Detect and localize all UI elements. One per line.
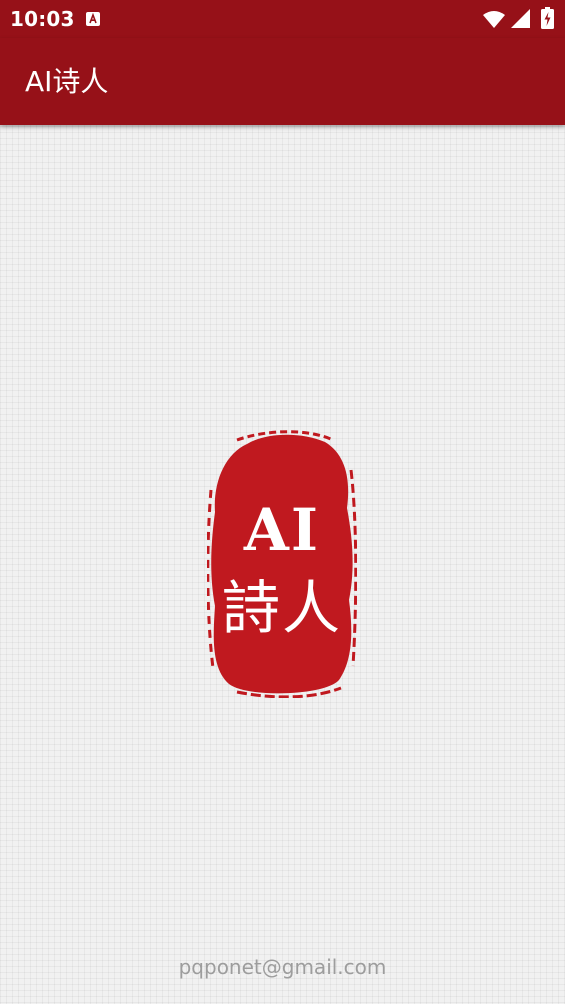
app-notification-icon <box>86 11 100 26</box>
cell-signal-icon <box>511 9 530 28</box>
wifi-icon <box>483 10 505 28</box>
seal-logo: AI 詩人 <box>207 430 357 698</box>
seal-text-ai: AI <box>243 496 321 564</box>
battery-charging-icon <box>541 7 554 29</box>
app-title: AI诗人 <box>25 65 109 98</box>
app-bar: AI诗人 <box>0 38 565 125</box>
contact-email: pqponet@gmail.com <box>178 955 387 979</box>
seal-text-shiren: 詩人 <box>221 574 342 642</box>
status-bar: 10:03 <box>0 0 565 38</box>
status-time: 10:03 <box>10 7 75 31</box>
